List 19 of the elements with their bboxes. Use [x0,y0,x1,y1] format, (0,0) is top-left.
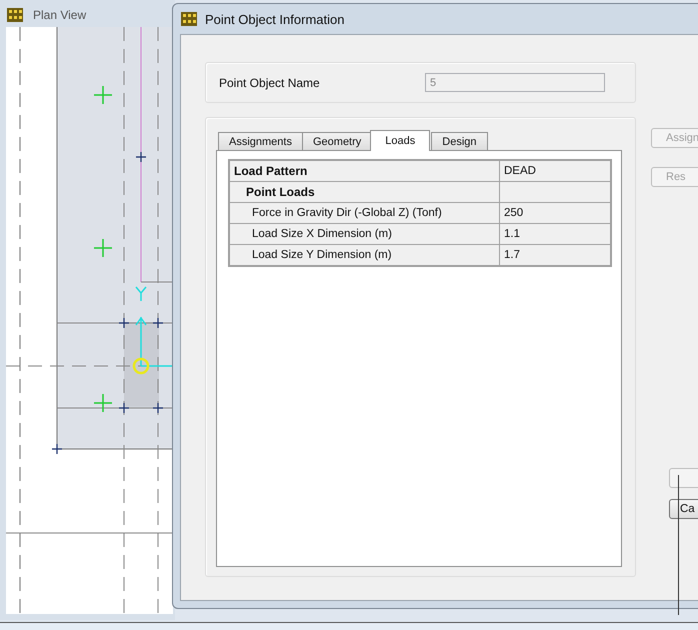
table-cell: 1.1 [500,224,611,244]
table-cell: Point Loads [229,182,500,202]
table-cell: Force in Gravity Dir (-Global Z) (Tonf) [229,202,500,224]
tab[interactable]: Design [431,132,488,151]
table-cell: Load Size Y Dimension (m) [229,244,500,266]
table-cell: 1.7 [500,244,611,266]
tab[interactable]: Assignments [218,132,303,151]
app-icon [181,12,197,26]
field-label: Point Object Name [219,76,320,90]
tab[interactable]: Geometry [302,132,372,151]
table-cell: 250 [500,202,611,224]
tab[interactable]: Loads [370,130,430,151]
table-cell: Load Pattern [229,160,500,182]
action-button[interactable]: Ca [669,499,698,519]
window-title: Plan View [33,8,86,22]
app-icon [7,8,23,22]
dialog-title: Point Object Information [205,12,344,26]
table-cell: DEAD [500,160,611,182]
table-cell: Load Size X Dimension (m) [229,224,500,244]
